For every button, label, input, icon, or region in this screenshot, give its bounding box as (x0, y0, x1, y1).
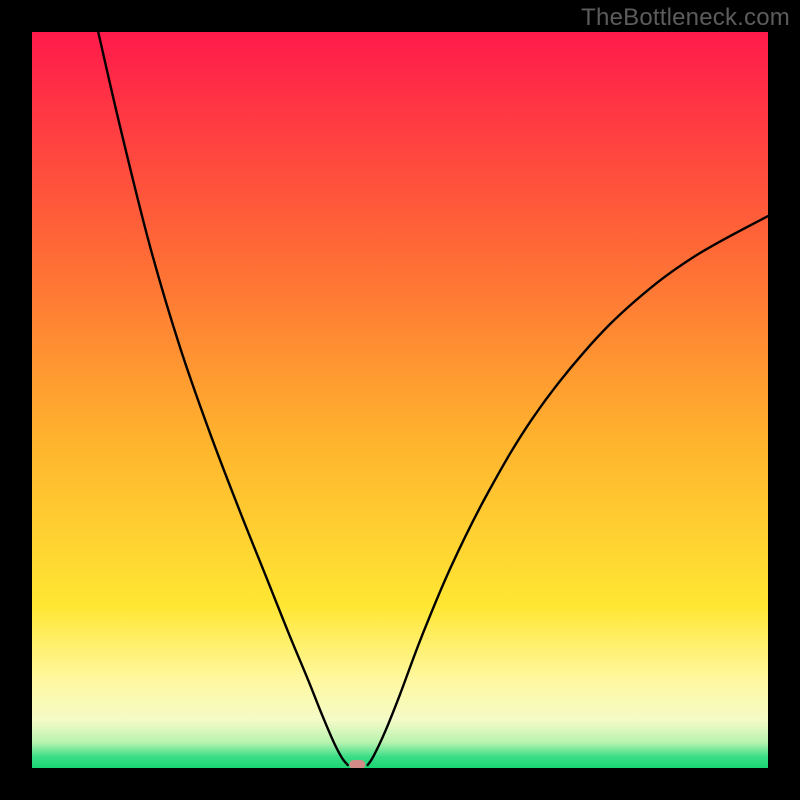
plot-area (32, 32, 768, 768)
chart-frame: TheBottleneck.com (0, 0, 800, 800)
chart-svg (32, 32, 768, 768)
gradient-background (32, 32, 768, 768)
optimum-marker (349, 760, 365, 768)
watermark-text: TheBottleneck.com (581, 4, 790, 32)
